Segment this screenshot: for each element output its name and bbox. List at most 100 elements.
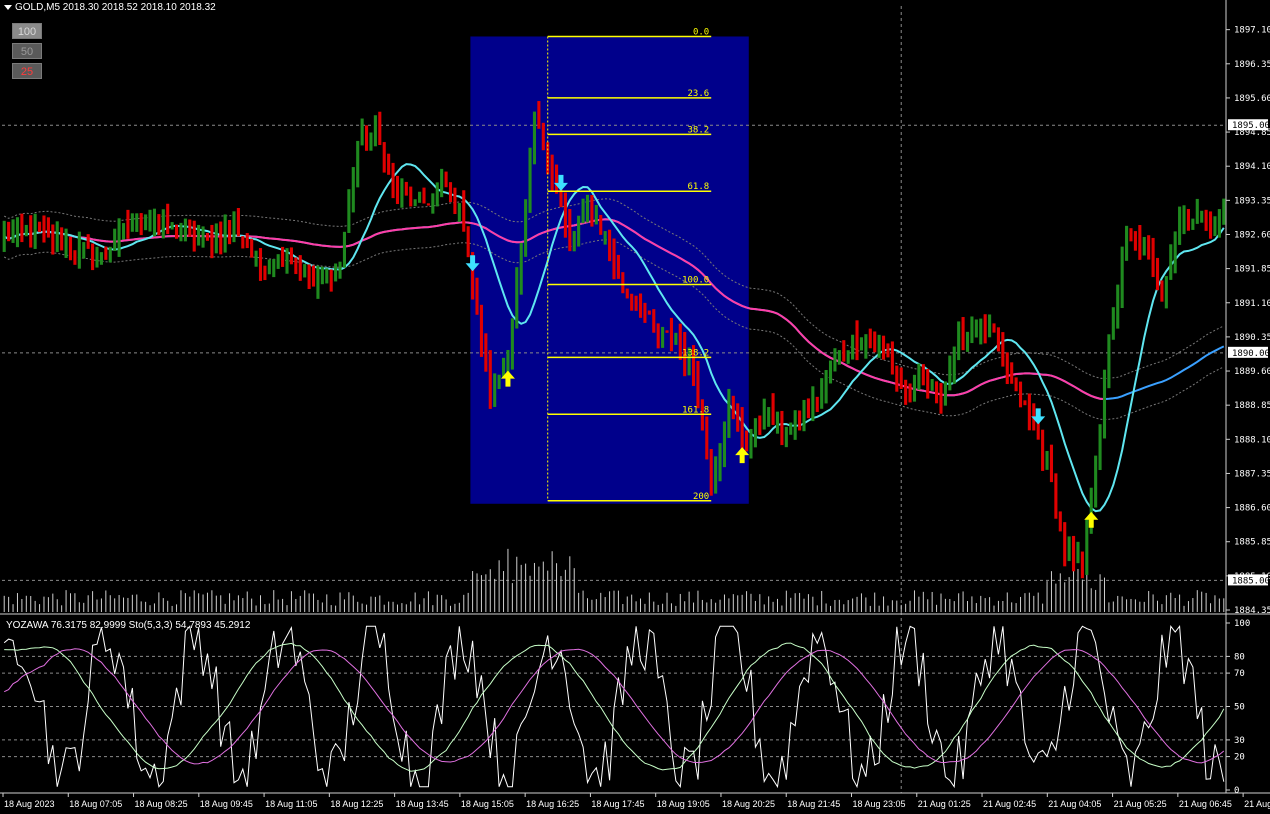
bull-bar bbox=[1169, 244, 1173, 280]
bear-bar bbox=[1147, 235, 1151, 260]
bear-bar bbox=[1058, 511, 1062, 532]
bear-bar bbox=[656, 323, 660, 349]
bear-bar bbox=[904, 379, 908, 405]
bull-bar bbox=[1217, 209, 1221, 238]
bear-bar bbox=[91, 243, 95, 271]
bull-bar bbox=[99, 252, 103, 265]
time-tick-label: 21 Aug 02:45 bbox=[983, 799, 1036, 809]
bull-bar bbox=[82, 242, 86, 259]
bull-bar bbox=[2, 220, 6, 252]
bull-bar bbox=[811, 386, 815, 422]
bear-bar bbox=[1063, 522, 1067, 567]
bull-bar bbox=[524, 199, 528, 257]
bear-bar bbox=[1027, 393, 1031, 431]
price-tag-label: 1890.00 bbox=[1232, 349, 1270, 359]
price-tick-label: 1897.10 bbox=[1234, 26, 1270, 36]
bear-bar bbox=[241, 236, 245, 249]
bear-bar bbox=[188, 219, 192, 237]
bear-bar bbox=[7, 221, 11, 242]
bear-bar bbox=[1054, 473, 1058, 519]
bull-bar bbox=[1085, 518, 1089, 575]
bull-bar bbox=[859, 337, 863, 351]
bear-bar bbox=[289, 247, 293, 265]
price-tick-label: 1895.60 bbox=[1234, 94, 1270, 104]
bear-bar bbox=[404, 181, 408, 196]
fib-level-label: 38.2 bbox=[688, 125, 710, 135]
bull-bar bbox=[775, 411, 780, 434]
bull-bar bbox=[1125, 225, 1129, 261]
bull-bar bbox=[272, 259, 276, 278]
bull-bar bbox=[722, 421, 727, 468]
bull-bar bbox=[1182, 205, 1186, 235]
price-tick-label: 1891.10 bbox=[1234, 299, 1270, 309]
bull-bar bbox=[152, 208, 156, 237]
price-tick-label: 1894.10 bbox=[1234, 162, 1270, 172]
bear-bar bbox=[29, 215, 33, 248]
bull-bar bbox=[727, 388, 731, 438]
bear-bar bbox=[647, 310, 651, 315]
time-tick-label: 21 Aug 05:25 bbox=[1114, 799, 1167, 809]
bear-bar bbox=[555, 164, 559, 194]
trading-chart[interactable]: 0.023.638.261.8100.0138.2161.8200 1897.1… bbox=[0, 0, 1270, 814]
bull-bar bbox=[952, 346, 956, 384]
bear-bar bbox=[665, 330, 669, 333]
bear-bar bbox=[409, 186, 413, 207]
time-tick-label: 18 Aug 20:25 bbox=[722, 799, 775, 809]
bear-bar bbox=[643, 302, 647, 323]
time-tick-label: 18 Aug 21:45 bbox=[787, 799, 840, 809]
bear-bar bbox=[51, 224, 55, 255]
bear-bar bbox=[1014, 377, 1018, 392]
bear-bar bbox=[798, 410, 802, 431]
bear-bar bbox=[939, 383, 943, 414]
oscillator-tick-label: 20 bbox=[1234, 753, 1245, 763]
bull-bar bbox=[232, 211, 236, 243]
price-tag-label: 1895.00 bbox=[1232, 121, 1270, 131]
bull-bar bbox=[320, 266, 324, 285]
bull-bar bbox=[753, 418, 757, 448]
bull-bar bbox=[113, 228, 117, 252]
bull-bar bbox=[1107, 334, 1111, 389]
bear-bar bbox=[855, 320, 859, 361]
bull-bar bbox=[148, 209, 152, 232]
bull-bar bbox=[965, 331, 970, 352]
bear-bar bbox=[590, 195, 594, 227]
bull-bar bbox=[714, 456, 718, 494]
bull-bar bbox=[161, 209, 165, 239]
oscillator-tick-label: 100 bbox=[1234, 619, 1250, 629]
bull-bar bbox=[802, 399, 806, 432]
bull-bar bbox=[413, 199, 417, 207]
bear-bar bbox=[563, 192, 567, 238]
bear-bar bbox=[983, 314, 987, 344]
bear-bar bbox=[219, 221, 223, 255]
price-tick-label: 1893.35 bbox=[1234, 196, 1270, 206]
bull-bar bbox=[493, 373, 497, 407]
bull-bar bbox=[254, 250, 258, 267]
bull-bar bbox=[121, 223, 126, 240]
dropdown-triangle-icon[interactable] bbox=[4, 4, 12, 10]
time-tick-label: 18 Aug 07:05 bbox=[69, 799, 122, 809]
zoom-button-100[interactable]: 100 bbox=[12, 23, 42, 39]
bull-bar bbox=[912, 374, 917, 402]
bull-bar bbox=[828, 360, 833, 384]
bear-bar bbox=[1049, 444, 1054, 483]
bear-bar bbox=[625, 288, 629, 299]
bear-bar bbox=[806, 398, 810, 419]
bull-bar bbox=[837, 350, 841, 365]
bear-bar bbox=[745, 430, 749, 452]
bull-bar bbox=[33, 213, 37, 249]
bull-bar bbox=[1142, 237, 1146, 256]
price-tick-label: 1891.85 bbox=[1234, 265, 1270, 275]
oscillator-tick-label: 50 bbox=[1234, 703, 1245, 713]
price-tick-label: 1892.60 bbox=[1234, 230, 1270, 240]
zoom-button-25[interactable]: 25 bbox=[12, 63, 42, 79]
bear-bar bbox=[453, 187, 457, 215]
bear-bar bbox=[780, 410, 784, 446]
bull-bar bbox=[1076, 541, 1080, 564]
bear-bar bbox=[709, 449, 713, 496]
zoom-button-50[interactable]: 50 bbox=[12, 43, 42, 59]
bear-bar bbox=[1208, 211, 1213, 239]
bull-bar bbox=[285, 248, 289, 274]
bear-bar bbox=[1151, 237, 1155, 278]
bull-bar bbox=[431, 193, 435, 214]
bear-bar bbox=[1010, 362, 1014, 384]
